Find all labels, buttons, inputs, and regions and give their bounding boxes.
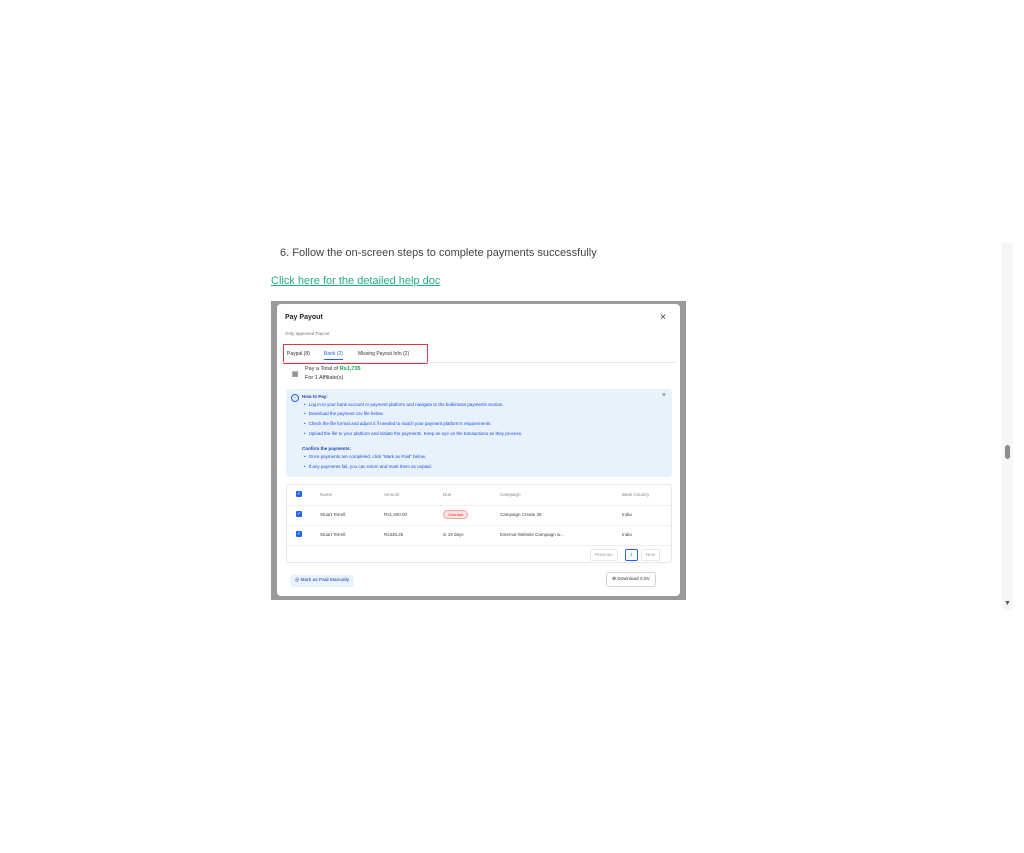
next-page-button[interactable]: Next: [641, 549, 661, 561]
vertical-scrollbar[interactable]: ▼: [1002, 243, 1013, 610]
page-1-button[interactable]: 1: [625, 549, 638, 561]
tab-missing-payout-info[interactable]: Missing Payout Info (2): [358, 351, 409, 357]
header-name: Name: [320, 492, 333, 497]
affiliate-count: For 1 Affiliate(s): [305, 375, 344, 381]
tabs-divider: [283, 362, 675, 363]
dialog-title: Pay Payout: [285, 314, 323, 321]
table-header-row: ✓ Name Amount Due Campaign Bank Country: [287, 485, 671, 506]
how-to-pay-step: Upload the file to your platform and ini…: [304, 431, 523, 436]
tab-bank[interactable]: Bank (2): [324, 351, 343, 360]
row-name: Stuart Terrell: [320, 532, 346, 537]
header-bank-country: Bank Country: [622, 492, 650, 497]
scroll-down-icon[interactable]: ▼: [1004, 600, 1011, 607]
pay-payout-dialog: Pay Payout Only approved Payout × Paypal…: [277, 304, 680, 596]
table-row: ✓ Stuart Terrell Rs1,400.00 Overdue Camp…: [287, 505, 671, 526]
how-to-pay-title: How to Pay:: [302, 394, 328, 399]
info-close-icon[interactable]: ×: [662, 392, 666, 399]
tab-paypal[interactable]: Paypal (8): [287, 351, 310, 357]
overdue-badge: Overdue: [443, 510, 469, 519]
mark-as-paid-button[interactable]: ◎ Mark as Paid Manually: [290, 575, 355, 587]
row-campaign: External Website Campaign w...: [500, 532, 564, 537]
pay-total-label: Pay a Total of: [305, 366, 340, 372]
page: 6. Follow the on-screen steps to complet…: [0, 0, 1024, 853]
bank-icon: ▦: [291, 371, 299, 378]
download-csv-button[interactable]: ⊕ Download CSV: [606, 572, 656, 587]
row-checkbox[interactable]: ✓: [296, 511, 302, 517]
embedded-screenshot: Pay Payout Only approved Payout × Paypal…: [271, 301, 686, 600]
dialog-subtitle: Only approved Payout: [285, 331, 330, 336]
row-amount: Rs1,400.00: [384, 512, 408, 517]
download-csv-label: Download CSV: [617, 577, 650, 582]
header-amount: Amount: [384, 492, 400, 497]
how-to-pay-box: i × How to Pay: Log in to your bank acco…: [286, 389, 672, 477]
how-to-pay-step: Download the payment csv file below.: [304, 411, 384, 416]
row-amount: Rs335.25: [384, 532, 404, 537]
header-campaign: Campaign: [500, 492, 521, 497]
previous-page-button[interactable]: Previous: [590, 549, 618, 561]
row-checkbox[interactable]: ✓: [296, 531, 302, 537]
help-doc-link[interactable]: Click here for the detailed help doc: [271, 275, 440, 287]
mark-as-paid-label: Mark as Paid Manually: [300, 578, 350, 583]
scrollbar-thumb[interactable]: [1005, 445, 1010, 459]
table-row: ✓ Stuart Terrell Rs335.25 in 19 days Ext…: [287, 525, 671, 546]
how-to-pay-step: Check the file format and adjust it if n…: [304, 421, 492, 426]
pay-total-amount: Rs1,735: [339, 366, 361, 372]
check-circle-icon: ◎: [295, 578, 300, 583]
confirm-step: If any payments fail, you can return and…: [304, 464, 432, 469]
confirm-step: Once payments are completed, click "Mark…: [304, 454, 426, 459]
row-due: in 19 days: [443, 532, 464, 537]
how-to-pay-step: Log in to your bank account or payment p…: [304, 402, 504, 407]
close-icon[interactable]: ×: [660, 312, 666, 323]
payout-tabs: Paypal (8) Bank (2) Missing Payout Info …: [283, 344, 428, 364]
pay-total: Pay a Total of Rs1,735: [305, 366, 361, 372]
row-country: India: [622, 512, 632, 517]
header-due: Due: [443, 492, 452, 497]
row-campaign: Campaign Create 38: [500, 512, 542, 517]
confirm-payments-title: Confirm the payments:: [302, 446, 352, 451]
row-country: India: [622, 532, 632, 537]
row-name: Stuart Terrell: [320, 512, 346, 517]
payout-table: ✓ Name Amount Due Campaign Bank Country …: [286, 484, 672, 563]
info-icon: i: [291, 394, 299, 402]
select-all-checkbox[interactable]: ✓: [296, 491, 302, 497]
step-text: 6. Follow the on-screen steps to complet…: [280, 247, 597, 259]
download-icon: ⊕: [612, 577, 617, 582]
